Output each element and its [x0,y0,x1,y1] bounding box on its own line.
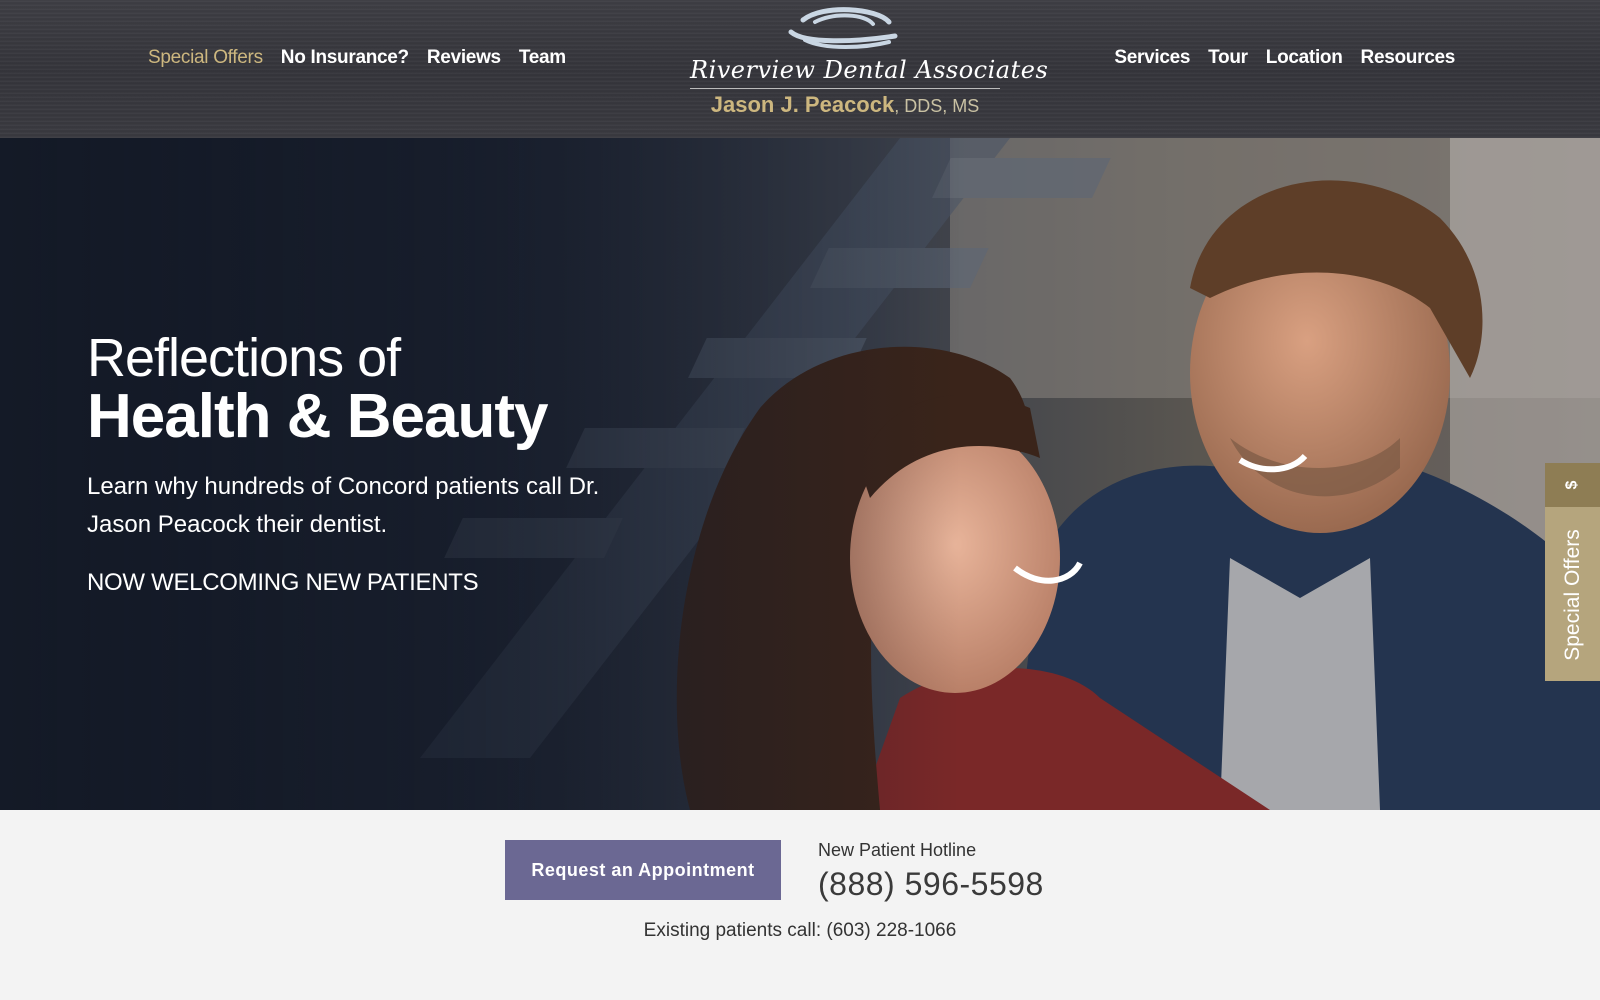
hero-copy: Reflections of Health & Beauty Learn why… [87,330,607,597]
nav-resources[interactable]: Resources [1361,47,1456,69]
hero-headline-line1: Reflections of [87,328,401,388]
hero-banner: Reflections of Health & Beauty Learn why… [0,138,1600,810]
nav-right: Services Tour Location Resources [1114,47,1455,69]
hotline-phone[interactable]: (888) 596-5598 [818,866,1044,903]
nav-tour[interactable]: Tour [1208,47,1248,69]
nav-team[interactable]: Team [519,47,566,69]
request-appointment-button[interactable]: Request an Appointment [505,840,781,900]
hotline-label: New Patient Hotline [818,840,977,860]
existing-patients-label: Existing patients call: [643,920,822,941]
wave-logo-icon [788,7,898,49]
cta-bar: Request an Appointment New Patient Hotli… [0,810,1600,1000]
doctor-credentials: , DDS, MS [894,96,980,116]
special-offers-tab[interactable]: $ Special Offers [1545,463,1600,681]
dollar-icon: $ [1545,463,1600,507]
nav-reviews[interactable]: Reviews [427,47,501,69]
nav-location[interactable]: Location [1266,47,1343,69]
nav-services[interactable]: Services [1114,47,1190,69]
site-logo[interactable]: Riverview Dental Associates Jason J. Pea… [686,6,1049,121]
existing-patients-phone[interactable]: (603) 228-1066 [826,920,956,941]
welcome-text: NOW WELCOMING NEW PATIENTS [87,569,479,596]
site-header: Special Offers No Insurance? Reviews Tea… [0,0,1600,138]
hero-headline-line2: Health & Beauty [87,382,548,451]
doctor-line: Jason J. Peacock, DDS, MS [686,92,1004,118]
doctor-name: Jason J. Peacock [710,92,895,117]
practice-name: Riverview Dental Associates [690,56,1049,84]
hero-subtext: Learn why hundreds of Concord patients c… [87,473,600,538]
existing-patients-line: Existing patients call: (603) 228-1066 [0,920,1600,942]
logo-divider [690,88,1000,89]
nav-no-insurance[interactable]: No Insurance? [281,47,409,69]
special-offers-tab-label: Special Offers [1561,529,1584,661]
nav-special-offers[interactable]: Special Offers [148,47,263,69]
nav-left: Special Offers No Insurance? Reviews Tea… [148,47,566,69]
